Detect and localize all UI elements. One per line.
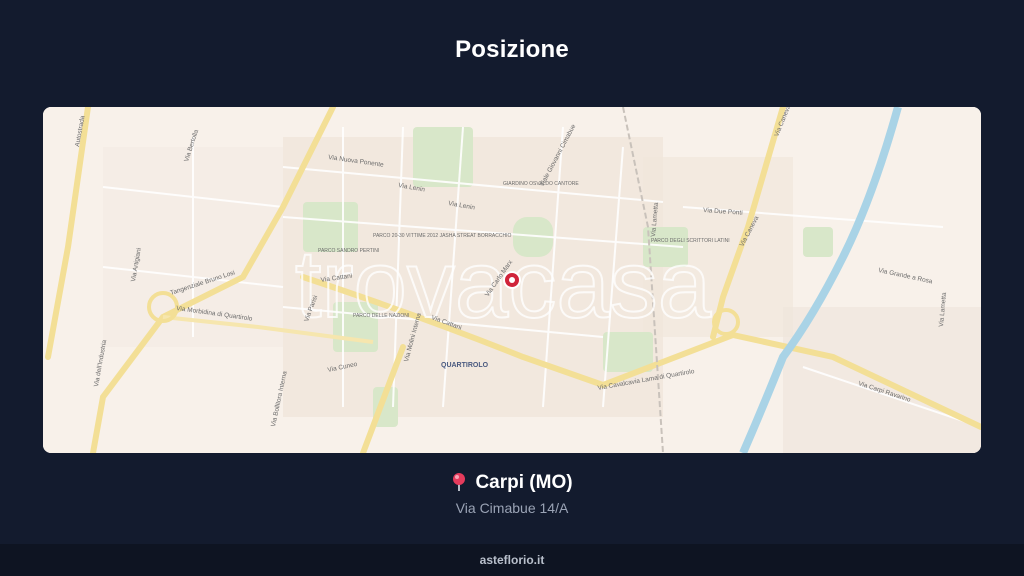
park-label: PARCO DELLE NAZIONI — [353, 313, 409, 319]
park-label: PARCO 20-30 VITTIME 2012 JASHA STREAT BO… — [373, 233, 511, 239]
location-city: Carpi (MO) — [475, 472, 573, 493]
park-label: PARCO SANDRO PERTINI — [318, 248, 379, 254]
map-view[interactable]: trovacasa Via Nuova Ponente Via Lenin Vi… — [43, 107, 981, 453]
map-canvas[interactable]: trovacasa Via Nuova Ponente Via Lenin Vi… — [43, 107, 981, 453]
round-pushpin-icon — [451, 472, 467, 498]
location-title-row: Carpi (MO) — [0, 472, 1024, 498]
park-label: GIARDINO OSVALDO CANTORE — [503, 181, 579, 187]
park-label: PARCO DEGLI SCRITTORI LATINI — [651, 238, 730, 244]
page-title: Posizione — [455, 36, 569, 63]
footer: asteflorio.it — [0, 544, 1024, 576]
district-label: QUARTIROLO — [441, 362, 489, 369]
footer-brand[interactable]: asteflorio.it — [0, 544, 1024, 576]
location-marker[interactable] — [503, 271, 521, 289]
location-address: Via Cimabue 14/A — [455, 500, 569, 516]
